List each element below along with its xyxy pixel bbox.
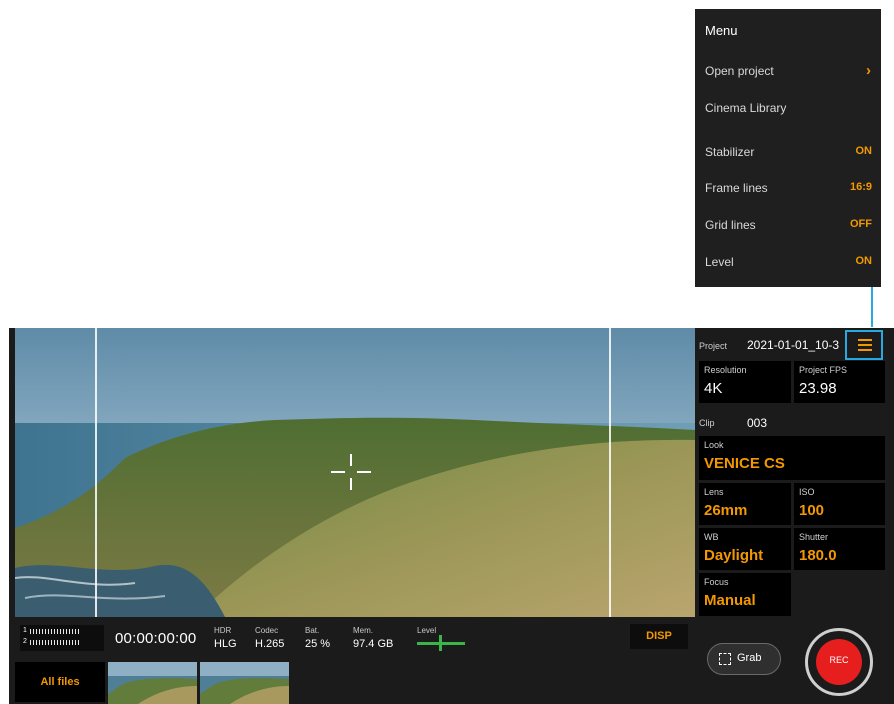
thumbnail-image [200,662,289,704]
iso-tile[interactable]: ISO 100 [794,483,885,525]
resolution-value: 4K [704,380,723,397]
menu-item-label: Grid lines [705,218,756,232]
memory-label: Mem. [353,626,373,635]
menu-button[interactable] [845,330,883,360]
audio-channel-1-bars [30,629,80,634]
menu-item-level[interactable]: Level ON [695,249,881,275]
look-label: Look [704,440,724,450]
popup-menu: Menu Open project › Cinema Library Stabi… [695,9,881,287]
menu-item-label: Level [705,255,734,269]
project-fps-tile[interactable]: Project FPS 23.98 [794,361,885,403]
look-tile[interactable]: Look VENICE CS [699,436,885,480]
audio-channel-2-label: 2 [23,638,27,645]
lens-label: Lens [704,487,724,497]
shutter-tile[interactable]: Shutter 180.0 [794,528,885,570]
wb-label: WB [704,532,719,542]
project-fps-label: Project FPS [799,365,848,375]
wb-tile[interactable]: WB Daylight [699,528,791,570]
menu-item-cinema-library[interactable]: Cinema Library [695,95,881,121]
iso-label: ISO [799,487,815,497]
thumbnail-image [108,662,197,704]
viewfinder-image [15,328,695,617]
menu-item-open-project[interactable]: Open project › [695,58,881,84]
resolution-tile[interactable]: Resolution 4K [699,361,791,403]
focus-value: Manual [704,592,756,609]
menu-item-value: OFF [850,218,872,230]
lens-value: 26mm [704,502,748,519]
rec-button[interactable]: REC [805,628,873,696]
menu-item-label: Cinema Library [705,101,787,115]
focus-label: Focus [704,577,729,587]
frame-line-left [95,328,97,617]
rec-icon: REC [816,639,862,685]
timecode: 00:00:00:00 [115,630,197,647]
clip-thumbnail[interactable] [200,662,289,704]
grab-icon [719,653,731,665]
menu-title: Menu [705,23,738,38]
menu-item-value: ON [855,255,873,267]
menu-icon [858,349,872,351]
menu-icon [858,339,872,341]
level-indicator-tick [439,635,442,651]
battery-label: Bat. [305,626,320,635]
level-label: Level [417,626,437,635]
project-value[interactable]: 2021-01-01_10-3 [747,338,839,352]
menu-item-label: Frame lines [705,181,768,195]
callout-connector [871,287,873,327]
audio-meter: 1 2 [20,625,104,651]
audio-channel-2-bars [30,640,80,645]
disp-button[interactable]: DISP [630,624,688,649]
hdr-label: HDR [214,626,232,635]
audio-channel-1-label: 1 [23,627,27,634]
focus-tile[interactable]: Focus Manual [699,573,791,616]
all-files-button[interactable]: All files [15,662,105,702]
iso-value: 100 [799,502,825,519]
camera-app: 1 2 00:00:00:00 HDR HLG Codec H.265 Bat.… [9,328,894,704]
viewfinder[interactable] [15,328,695,617]
project-fps-value: 23.98 [799,380,837,397]
menu-item-grid-lines[interactable]: Grid lines OFF [695,212,881,238]
menu-icon [858,344,872,346]
resolution-label: Resolution [704,365,747,375]
clip-value: 003 [747,416,768,430]
memory-value: 97.4 GB [353,638,394,650]
menu-item-value: 16:9 [849,181,872,193]
battery-value: 25 % [305,638,331,650]
grab-button[interactable]: Grab [707,643,781,675]
menu-item-label: Open project [705,64,774,78]
codec-value: H.265 [255,638,285,650]
rec-label: REC [829,655,849,665]
menu-item-frame-lines[interactable]: Frame lines 16:9 [695,175,881,201]
look-value: VENICE CS [704,455,785,472]
shutter-label: Shutter [799,532,829,542]
clip-thumbnail[interactable] [108,662,197,704]
grab-label: Grab [737,652,762,664]
shutter-value: 180.0 [799,547,837,564]
clip-label: Clip [699,418,715,428]
menu-item-label: Stabilizer [705,145,755,159]
hdr-value: HLG [214,638,237,650]
menu-item-value: ON [855,145,873,157]
project-label: Project [699,341,728,351]
lens-tile[interactable]: Lens 26mm [699,483,791,525]
menu-item-stabilizer[interactable]: Stabilizer ON [695,139,881,165]
frame-line-right [609,328,611,617]
chevron-right-icon: › [866,62,871,79]
codec-label: Codec [255,626,279,635]
wb-value: Daylight [704,547,764,564]
